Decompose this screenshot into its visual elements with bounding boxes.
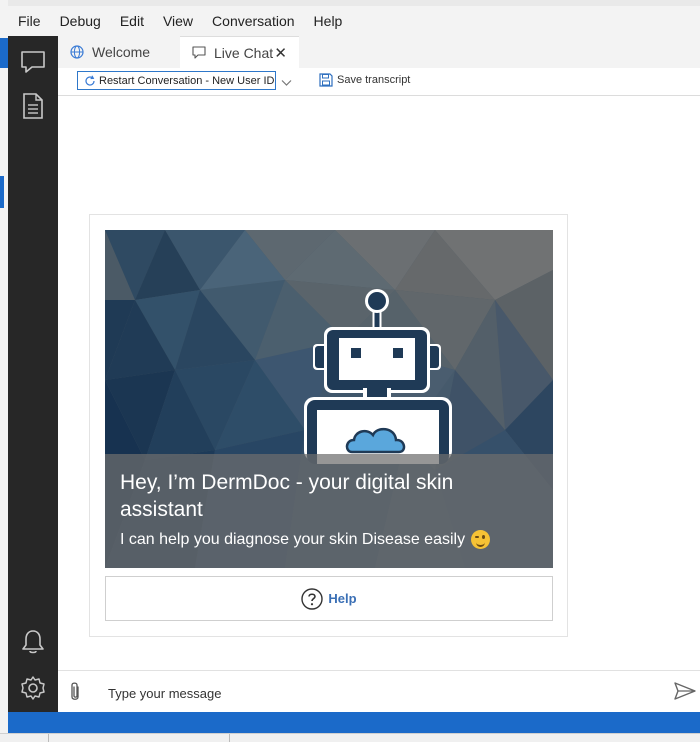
message-composer [58,670,700,713]
message-input[interactable] [106,679,650,707]
activity-bar [8,36,58,712]
save-transcript-button[interactable]: Save transcript [319,73,410,87]
document-icon[interactable] [17,90,49,122]
send-icon[interactable] [674,681,696,706]
card-title: Hey, I’m DermDoc - your digital skin ass… [120,471,454,521]
chat-transcript: Hey, I’m DermDoc - your digital skin ass… [58,96,700,669]
save-icon [319,73,333,87]
menu-debug[interactable]: Debug [50,6,110,36]
help-button[interactable]: Help [105,576,553,621]
chevron-down-icon[interactable] [281,74,292,92]
tab-live-chat[interactable]: Live Chat ✕ [180,36,299,68]
hero-caption: Hey, I’m DermDoc - your digital skin ass… [105,454,553,568]
background-accent [0,38,8,68]
tab-bar: Welcome Live Chat ✕ [58,36,700,68]
paperclip-icon[interactable] [68,681,82,708]
help-button-label: Help [328,591,357,606]
emulator-window: File Debug Edit View Conversation Help W… [8,6,700,733]
refresh-icon [84,75,96,87]
gear-icon[interactable] [17,672,49,704]
chat-icon[interactable] [17,46,49,78]
menu-help[interactable]: Help [304,6,352,36]
tab-welcome[interactable]: Welcome [58,36,178,68]
question-circle-icon [301,587,324,610]
menu-view[interactable]: View [153,6,202,36]
menu-bar: File Debug Edit View Conversation Help [8,6,700,36]
winking-face-icon [471,530,491,549]
hero-image: Hey, I’m DermDoc - your digital skin ass… [105,230,553,568]
globe-icon [70,45,84,59]
background-accent [0,176,4,208]
close-icon[interactable]: ✕ [274,44,287,62]
status-bar [8,712,700,733]
restart-conversation-label: Restart Conversation - New User ID [99,74,275,87]
menu-edit[interactable]: Edit [110,6,153,36]
menu-conversation[interactable]: Conversation [202,6,304,36]
card-subtitle-row: I can help you diagnose your skin Diseas… [120,530,491,549]
bell-icon[interactable] [17,626,49,658]
conversation-toolbar: Restart Conversation - New User ID Save … [58,68,700,96]
hero-card: Hey, I’m DermDoc - your digital skin ass… [89,214,568,637]
tab-welcome-label: Welcome [92,44,151,60]
save-transcript-label: Save transcript [337,74,411,86]
tab-live-chat-label: Live Chat [214,44,274,61]
restart-conversation-button[interactable]: Restart Conversation - New User ID [77,71,276,90]
background-window-left [0,0,8,741]
card-subtitle: I can help you diagnose your skin Diseas… [120,530,466,548]
chat-icon [192,46,206,59]
menu-file[interactable]: File [8,6,50,36]
